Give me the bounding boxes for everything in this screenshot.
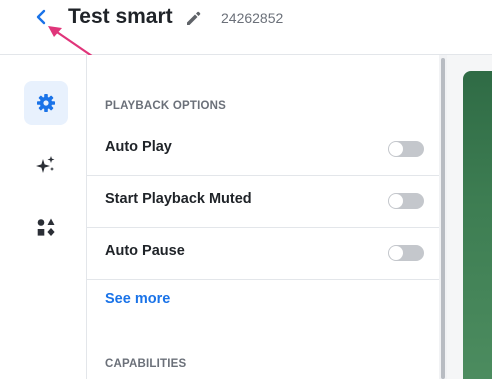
setting-row-start-muted: Start Playback Muted [87,175,439,228]
section-heading-capabilities: CAPABILITIES [105,358,187,370]
settings-panel: PLAYBACK OPTIONS Auto Play Start Playbac… [87,55,439,379]
preview-canvas[interactable] [463,71,492,379]
rail-settings-button[interactable] [24,81,68,125]
rail-elements-button[interactable] [24,205,68,249]
project-id: 24262852 [221,10,284,26]
pencil-icon [187,11,201,25]
toggle-knob [389,246,403,260]
shapes-icon [37,218,55,236]
rail-ai-button[interactable] [24,143,68,187]
start-muted-toggle[interactable] [388,193,424,209]
setting-row-auto-pause: Auto Pause [87,227,439,280]
gear-icon [37,94,55,112]
toggle-knob [389,194,403,208]
page-header: Test smart 24262852 [0,0,492,55]
setting-row-auto-play: Auto Play [87,123,439,176]
sparkles-icon [36,156,55,173]
app-window: Test smart 24262852 PLAYBACK OPTIONS Aut… [0,0,492,379]
page-title: Test smart [68,5,173,28]
auto-play-toggle[interactable] [388,141,424,157]
toggle-knob [389,142,403,156]
panel-scrollbar-thumb[interactable] [441,58,445,379]
back-button[interactable] [30,6,52,28]
auto-pause-toggle[interactable] [388,245,424,261]
chevron-left-icon [36,9,46,25]
left-rail [0,55,87,379]
see-more-link[interactable]: See more [105,291,170,307]
setting-label: Start Playback Muted [105,191,252,207]
setting-label: Auto Play [105,139,172,155]
section-heading-playback: PLAYBACK OPTIONS [105,100,226,112]
edit-title-button[interactable] [183,8,203,28]
setting-label: Auto Pause [105,243,185,259]
